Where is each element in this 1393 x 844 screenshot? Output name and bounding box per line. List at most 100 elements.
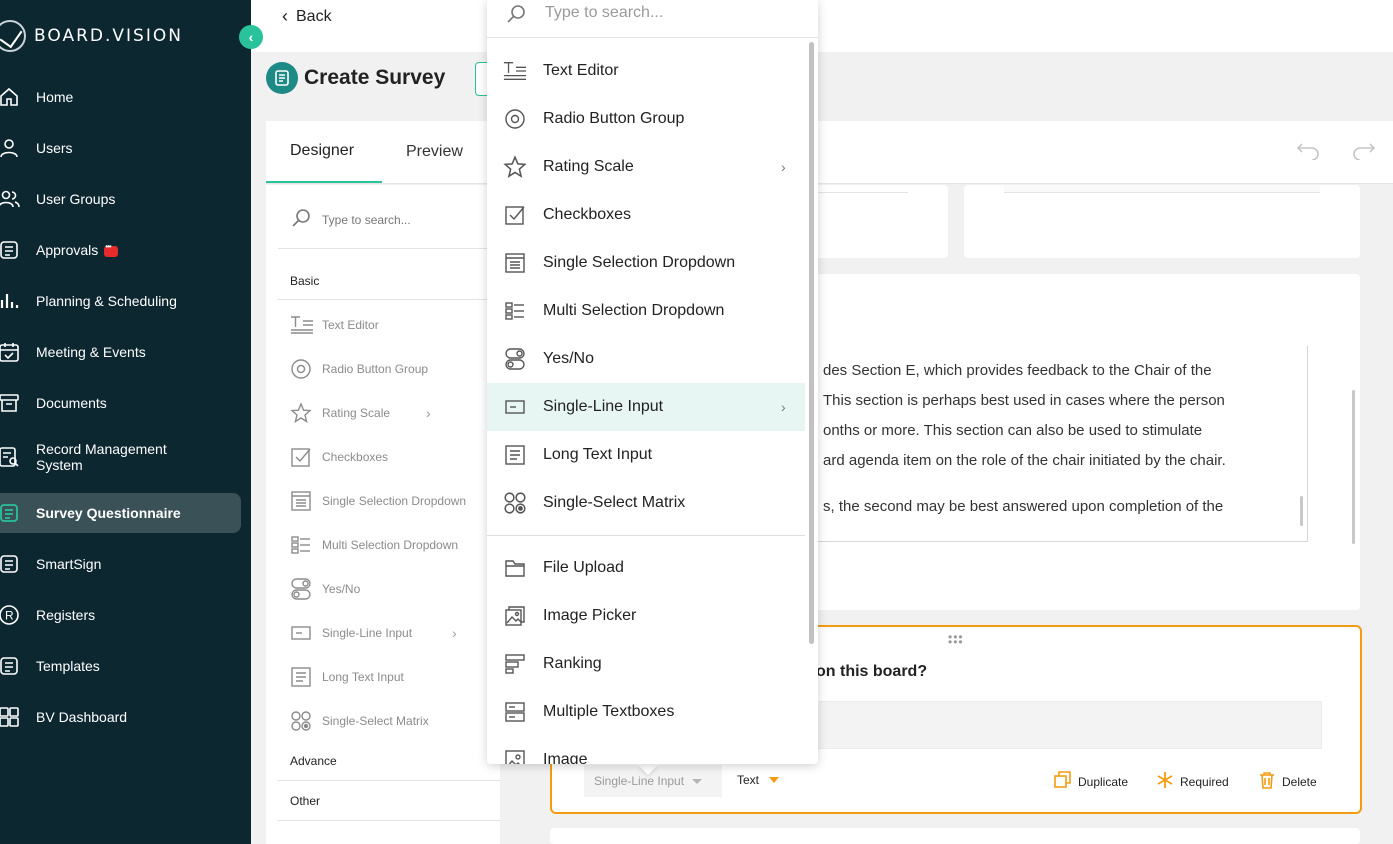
multiple-textboxes-icon: [503, 700, 527, 724]
toolbox-item-matrix[interactable]: Single-Select Matrix: [290, 709, 490, 733]
category-basic[interactable]: Basic: [290, 274, 319, 288]
input-field-icon: [290, 622, 314, 644]
answer-input[interactable]: [816, 701, 1322, 749]
input-field-icon: [503, 395, 527, 419]
toolbox-item-yes-no[interactable]: Yes/No: [290, 577, 490, 601]
category-other[interactable]: Other: [290, 794, 320, 808]
popup-item-single-dropdown[interactable]: Single Selection Dropdown: [487, 239, 805, 287]
popup-search-placeholder: Type to search...: [545, 4, 664, 21]
checkbox-icon: [503, 203, 527, 227]
template-icon: [0, 655, 20, 677]
record-search-icon: [0, 446, 20, 468]
logo-icon: [0, 20, 26, 52]
users-icon: [0, 188, 20, 210]
matrix-icon: [290, 710, 314, 732]
long-text-icon: [503, 443, 527, 467]
sidebar-item-label: Planning & Scheduling: [36, 293, 177, 309]
toolbox-item-single-line-input[interactable]: Single-Line Input ›: [290, 621, 490, 645]
next-question-card: [550, 828, 1360, 844]
popup-item-text-editor[interactable]: Text Editor: [487, 47, 805, 95]
toolbox-search[interactable]: Type to search...: [290, 207, 411, 232]
sidebar-item-label: Meeting & Events: [36, 344, 146, 360]
popup-item-label: Single-Select Matrix: [543, 494, 686, 511]
category-advance[interactable]: Advance: [290, 754, 337, 768]
toolbox-item-long-text[interactable]: Long Text Input: [290, 665, 490, 689]
popup-item-matrix[interactable]: Single-Select Matrix: [487, 479, 805, 527]
bar-chart-icon: [0, 290, 20, 312]
required-button[interactable]: Required: [1156, 771, 1229, 792]
question-type-popup: Type to search... Text Editor Radio Butt…: [487, 0, 818, 764]
popup-item-multi-dropdown[interactable]: Multi Selection Dropdown: [487, 287, 805, 335]
sidebar-item-meetings[interactable]: Meeting & Events: [0, 332, 241, 372]
toolbox-item-radio-group[interactable]: Radio Button Group: [290, 357, 490, 381]
text-editor-icon: [290, 315, 314, 335]
sidebar-item-label: Home: [36, 89, 74, 105]
toolbox-item-rating-scale[interactable]: Rating Scale ›: [290, 401, 490, 425]
sidebar-item-approvals[interactable]: Approvals: [0, 230, 241, 270]
sidebar-item-survey[interactable]: Survey Questionnaire: [0, 493, 241, 533]
popup-item-yes-no[interactable]: Yes/No: [487, 335, 805, 383]
question-toolbox: Type to search... Basic Text Editor Radi…: [266, 185, 500, 844]
matrix-icon: [503, 491, 527, 515]
sidebar-item-dashboard[interactable]: BV Dashboard: [0, 697, 241, 737]
asterisk-icon: [1156, 771, 1174, 792]
chevron-right-icon: ›: [781, 399, 786, 415]
sidebar-item-planning[interactable]: Planning & Scheduling: [0, 281, 241, 321]
undo-icon[interactable]: [1296, 140, 1320, 166]
popup-item-rating-scale[interactable]: Rating Scale ›: [487, 143, 805, 191]
sidebar-item-label: Documents: [36, 395, 107, 411]
tab-designer[interactable]: Designer: [266, 121, 382, 183]
popup-item-radio-group[interactable]: Radio Button Group: [487, 95, 805, 143]
popup-item-checkboxes[interactable]: Checkboxes: [487, 191, 805, 239]
toolbox-item-multi-dropdown[interactable]: Multi Selection Dropdown: [290, 533, 490, 557]
chevron-right-icon: ›: [781, 159, 786, 175]
popup-item-long-text[interactable]: Long Text Input: [487, 431, 805, 479]
sidebar-collapse-button[interactable]: ‹: [239, 25, 263, 49]
chevron-left-icon: ‹: [248, 29, 254, 45]
svg-text:R: R: [5, 609, 14, 623]
back-button[interactable]: ‹ Back: [282, 6, 332, 27]
sidebar: BOARD.VISION Home Users User Groups Appr…: [0, 0, 251, 844]
page-title: Create Survey: [304, 66, 446, 89]
text-line: s, the second may be best answered upon …: [823, 498, 1224, 515]
divider: [278, 780, 500, 781]
popup-search[interactable]: Type to search...: [487, 0, 818, 38]
toolbox-item-single-dropdown[interactable]: Single Selection Dropdown: [290, 489, 490, 513]
search-icon: [290, 207, 312, 232]
popup-item-label: Ranking: [543, 655, 602, 672]
popup-scrollbar[interactable]: [809, 42, 814, 644]
popup-item-image[interactable]: Image: [487, 736, 805, 764]
delete-label: Delete: [1282, 774, 1317, 789]
drag-handle-icon[interactable]: ••• •••: [948, 631, 964, 648]
sidebar-item-smartsign[interactable]: SmartSign: [0, 544, 241, 584]
sidebar-item-templates[interactable]: Templates: [0, 646, 241, 686]
delete-button[interactable]: Delete: [1258, 771, 1317, 792]
sidebar-item-home[interactable]: Home: [0, 77, 241, 117]
card-scrollbar[interactable]: [1352, 390, 1355, 544]
popup-item-label: Yes/No: [543, 350, 594, 367]
brand-logo[interactable]: BOARD.VISION: [0, 18, 183, 54]
duplicate-icon: [1054, 771, 1072, 792]
caret-down-icon: [769, 777, 780, 783]
tab-preview[interactable]: Preview: [406, 121, 463, 183]
toolbox-item-checkboxes[interactable]: Checkboxes: [290, 445, 490, 469]
question-title: on this board?: [816, 663, 928, 680]
duplicate-button[interactable]: Duplicate: [1054, 771, 1128, 792]
sidebar-item-users[interactable]: Users: [0, 128, 241, 168]
popup-item-multiple-textboxes[interactable]: Multiple Textboxes: [487, 688, 805, 736]
redo-icon[interactable]: [1352, 140, 1376, 166]
popup-item-label: Text Editor: [543, 62, 619, 79]
popup-item-ranking[interactable]: Ranking: [487, 640, 805, 688]
duplicate-label: Duplicate: [1078, 774, 1129, 789]
popup-item-image-picker[interactable]: Image Picker: [487, 592, 805, 640]
popup-item-file-upload[interactable]: File Upload: [487, 544, 805, 592]
text-scrollbar[interactable]: [1300, 496, 1303, 526]
sidebar-item-user-groups[interactable]: User Groups: [0, 179, 241, 219]
sidebar-item-registers[interactable]: R Registers: [0, 595, 241, 635]
toolbox-item-text-editor[interactable]: Text Editor: [290, 313, 490, 337]
sidebar-item-documents[interactable]: Documents: [0, 383, 241, 423]
page-title-row: Create Survey: [266, 62, 445, 94]
input-type-select[interactable]: Text: [737, 773, 780, 787]
sidebar-item-records[interactable]: Record Management System: [0, 437, 241, 477]
popup-item-single-line-input[interactable]: Single-Line Input ›: [487, 383, 805, 431]
